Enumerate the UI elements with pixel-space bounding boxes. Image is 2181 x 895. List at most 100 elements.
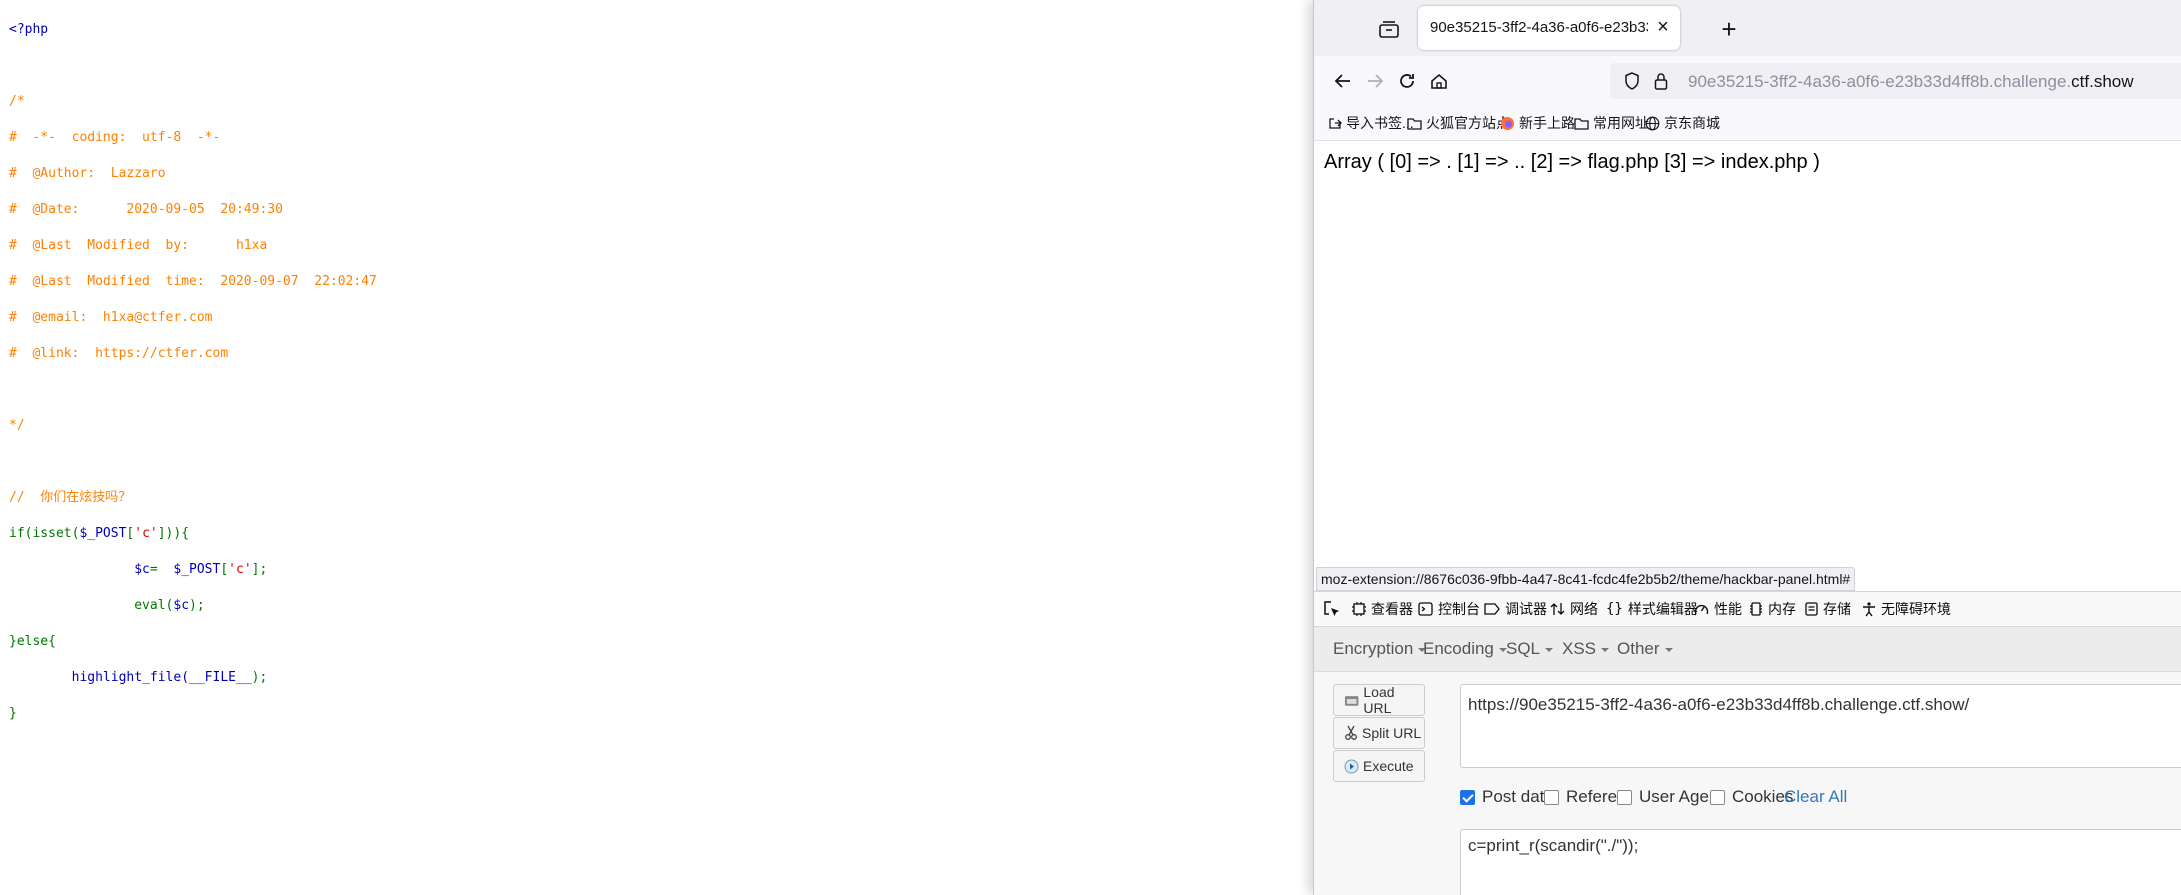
devtools-tab-inspector[interactable]: 查看器 (1352, 599, 1413, 619)
tab-close-icon[interactable]: × (1652, 16, 1674, 38)
bookmark-label: 导入书签... (1346, 115, 1414, 131)
tab-title: 90e35215-3ff2-4a36-a0f6-e23b33d4ff8b.cha… (1430, 19, 1648, 36)
clear-all-link[interactable]: Clear All (1784, 787, 1847, 807)
hackbar-url-input[interactable]: https://90e35215-3ff2-4a36-a0f6-e23b33d4… (1460, 684, 2181, 768)
code-token: highlight_file( (71, 670, 190, 685)
devtools-tab-storage[interactable]: 存储 (1805, 599, 1851, 619)
cookies-checkbox[interactable]: Cookies (1710, 787, 1793, 807)
hackbar-panel: Encryption Encoding SQL XSS Other Load U… (1314, 627, 2181, 895)
devtools-tab-label: 无障碍环境 (1881, 601, 1951, 617)
post-data-checkbox[interactable]: Post data (1460, 787, 1554, 807)
referer-checkbox[interactable]: Referer (1544, 787, 1623, 807)
caret-down-icon (1545, 647, 1554, 652)
bookmark-import[interactable]: 导入书签... (1328, 113, 1414, 133)
folder-icon (1407, 117, 1422, 130)
code-line-eval: eval($c); (9, 597, 377, 615)
import-icon (1329, 118, 1342, 129)
url-domain: ctf.show (2071, 72, 2134, 91)
menu-label: SQL (1506, 639, 1541, 658)
bookmark-jd[interactable]: 京东商城 (1645, 113, 1720, 133)
forward-arrow-icon (1368, 74, 1384, 88)
element-picker-button[interactable] (1320, 597, 1344, 621)
devtools-tab-label: 性能 (1714, 601, 1742, 617)
url-text[interactable]: 90e35215-3ff2-4a36-a0f6-e23b33d4ff8b.cha… (1688, 72, 2134, 92)
load-url-button[interactable]: Load URL (1333, 684, 1425, 716)
hackbar-menu-other[interactable]: Other (1617, 639, 1673, 659)
menu-label: XSS (1562, 639, 1597, 658)
devtools-tab-memory[interactable]: 内存 (1749, 599, 1796, 619)
element-picker-icon (1324, 601, 1339, 616)
lock-icon[interactable] (1654, 72, 1668, 90)
caret-down-icon (1601, 647, 1610, 652)
devtools-tab-label: 查看器 (1371, 601, 1413, 617)
code-token: ); (251, 670, 268, 685)
devtools-tab-accessibility[interactable]: 无障碍环境 (1862, 599, 1951, 619)
memory-icon (1750, 602, 1762, 616)
globe-icon (1645, 116, 1660, 130)
code-token: $_POST (173, 562, 221, 577)
code-token: [ (220, 562, 229, 577)
new-tab-button[interactable]: + (1714, 14, 1744, 44)
devtools-tab-label: 控制台 (1438, 601, 1480, 617)
bookmark-folder-common[interactable]: 常用网址 (1574, 113, 1649, 133)
accessibility-icon (1863, 601, 1875, 616)
split-url-button[interactable]: Split URL (1333, 717, 1425, 749)
bookmark-folder-firefox[interactable]: 火狐官方站点 (1407, 113, 1510, 133)
code-line-if: if(isset($_POST['c'])){ (9, 525, 377, 543)
folder-icon (1574, 117, 1589, 130)
checkbox-unchecked[interactable] (1544, 789, 1559, 805)
tab-list-button[interactable] (1374, 14, 1404, 44)
status-bar-link: moz-extension://8676c036-9fbb-4a47-8c41-… (1316, 567, 1856, 591)
back-button[interactable] (1328, 66, 1358, 96)
code-token: __FILE__ (189, 670, 252, 685)
tab-list-icon (1379, 21, 1399, 38)
bookmark-getting-started[interactable]: 新手上路 (1500, 113, 1575, 133)
devtools-tab-performance[interactable]: 性能 (1694, 599, 1742, 619)
code-token: ])){ (157, 526, 190, 541)
comment-line: // 你们在炫技吗？ (9, 490, 132, 505)
devtools-tab-console[interactable]: 控制台 (1418, 599, 1480, 619)
devtools-tab-label: 调试器 (1505, 601, 1547, 617)
hackbar-menu-encryption[interactable]: Encryption (1333, 639, 1427, 659)
reload-button[interactable] (1392, 66, 1422, 96)
devtools-tab-network[interactable]: 网络 (1550, 599, 1598, 619)
checkbox-unchecked[interactable] (1617, 789, 1632, 805)
code-token: 'c' (228, 562, 252, 577)
comment-line: # -*- coding: utf-8 -*- (9, 130, 221, 145)
url-bar[interactable]: 90e35215-3ff2-4a36-a0f6-e23b33d4ff8b.cha… (1610, 63, 2181, 99)
devtools-tab-label: 存储 (1823, 601, 1851, 617)
post-data-input[interactable]: c=print_r(scandir("./")); (1460, 829, 2181, 895)
bookmark-label: 京东商城 (1664, 115, 1720, 131)
execute-button[interactable]: Execute (1333, 750, 1425, 782)
hackbar-menu-encoding[interactable]: Encoding (1423, 639, 1507, 659)
comment-line: # @Author: Lazzaro (9, 166, 166, 181)
home-button[interactable] (1424, 66, 1454, 96)
style-editor-icon: {} (1606, 601, 1623, 617)
firefox-icon (1501, 116, 1514, 130)
bookmark-label: 常用网址 (1593, 115, 1649, 131)
devtools-tab-style-editor[interactable]: {} 样式编辑器 (1606, 599, 1698, 619)
checkbox-unchecked[interactable] (1710, 789, 1725, 805)
debugger-icon (1484, 603, 1500, 615)
checkbox-checked[interactable] (1460, 789, 1475, 805)
code-token: = (149, 562, 174, 577)
url-subdomain: 90e35215-3ff2-4a36-a0f6-e23b33d4ff8b.cha… (1688, 72, 2072, 91)
bookmark-label: 火狐官方站点 (1426, 115, 1510, 131)
play-icon (1344, 759, 1359, 773)
comment-line: /* (9, 94, 25, 109)
hackbar-menu-sql[interactable]: SQL (1506, 639, 1554, 659)
devtools-tab-debugger[interactable]: 调试器 (1484, 599, 1547, 619)
code-token: $c (134, 562, 150, 577)
php-source-code: <?php /* # -*- coding: utf-8 -*- # @Auth… (9, 3, 377, 741)
hackbar-menu-xss[interactable]: XSS (1562, 639, 1610, 659)
code-line-close: } (9, 706, 17, 721)
code-token: eval( (134, 598, 174, 613)
shield-icon[interactable] (1624, 72, 1640, 90)
button-label: Split URL (1362, 725, 1422, 741)
user-agent-checkbox[interactable]: User Agent (1617, 787, 1723, 807)
tab-active[interactable]: 90e35215-3ff2-4a36-a0f6-e23b33d4ff8b.cha… (1418, 6, 1680, 50)
comment-line: # @Last Modified by: h1xa (9, 238, 268, 253)
load-url-icon (1344, 696, 1359, 706)
forward-button[interactable] (1360, 66, 1390, 96)
comment-line: */ (9, 418, 25, 433)
